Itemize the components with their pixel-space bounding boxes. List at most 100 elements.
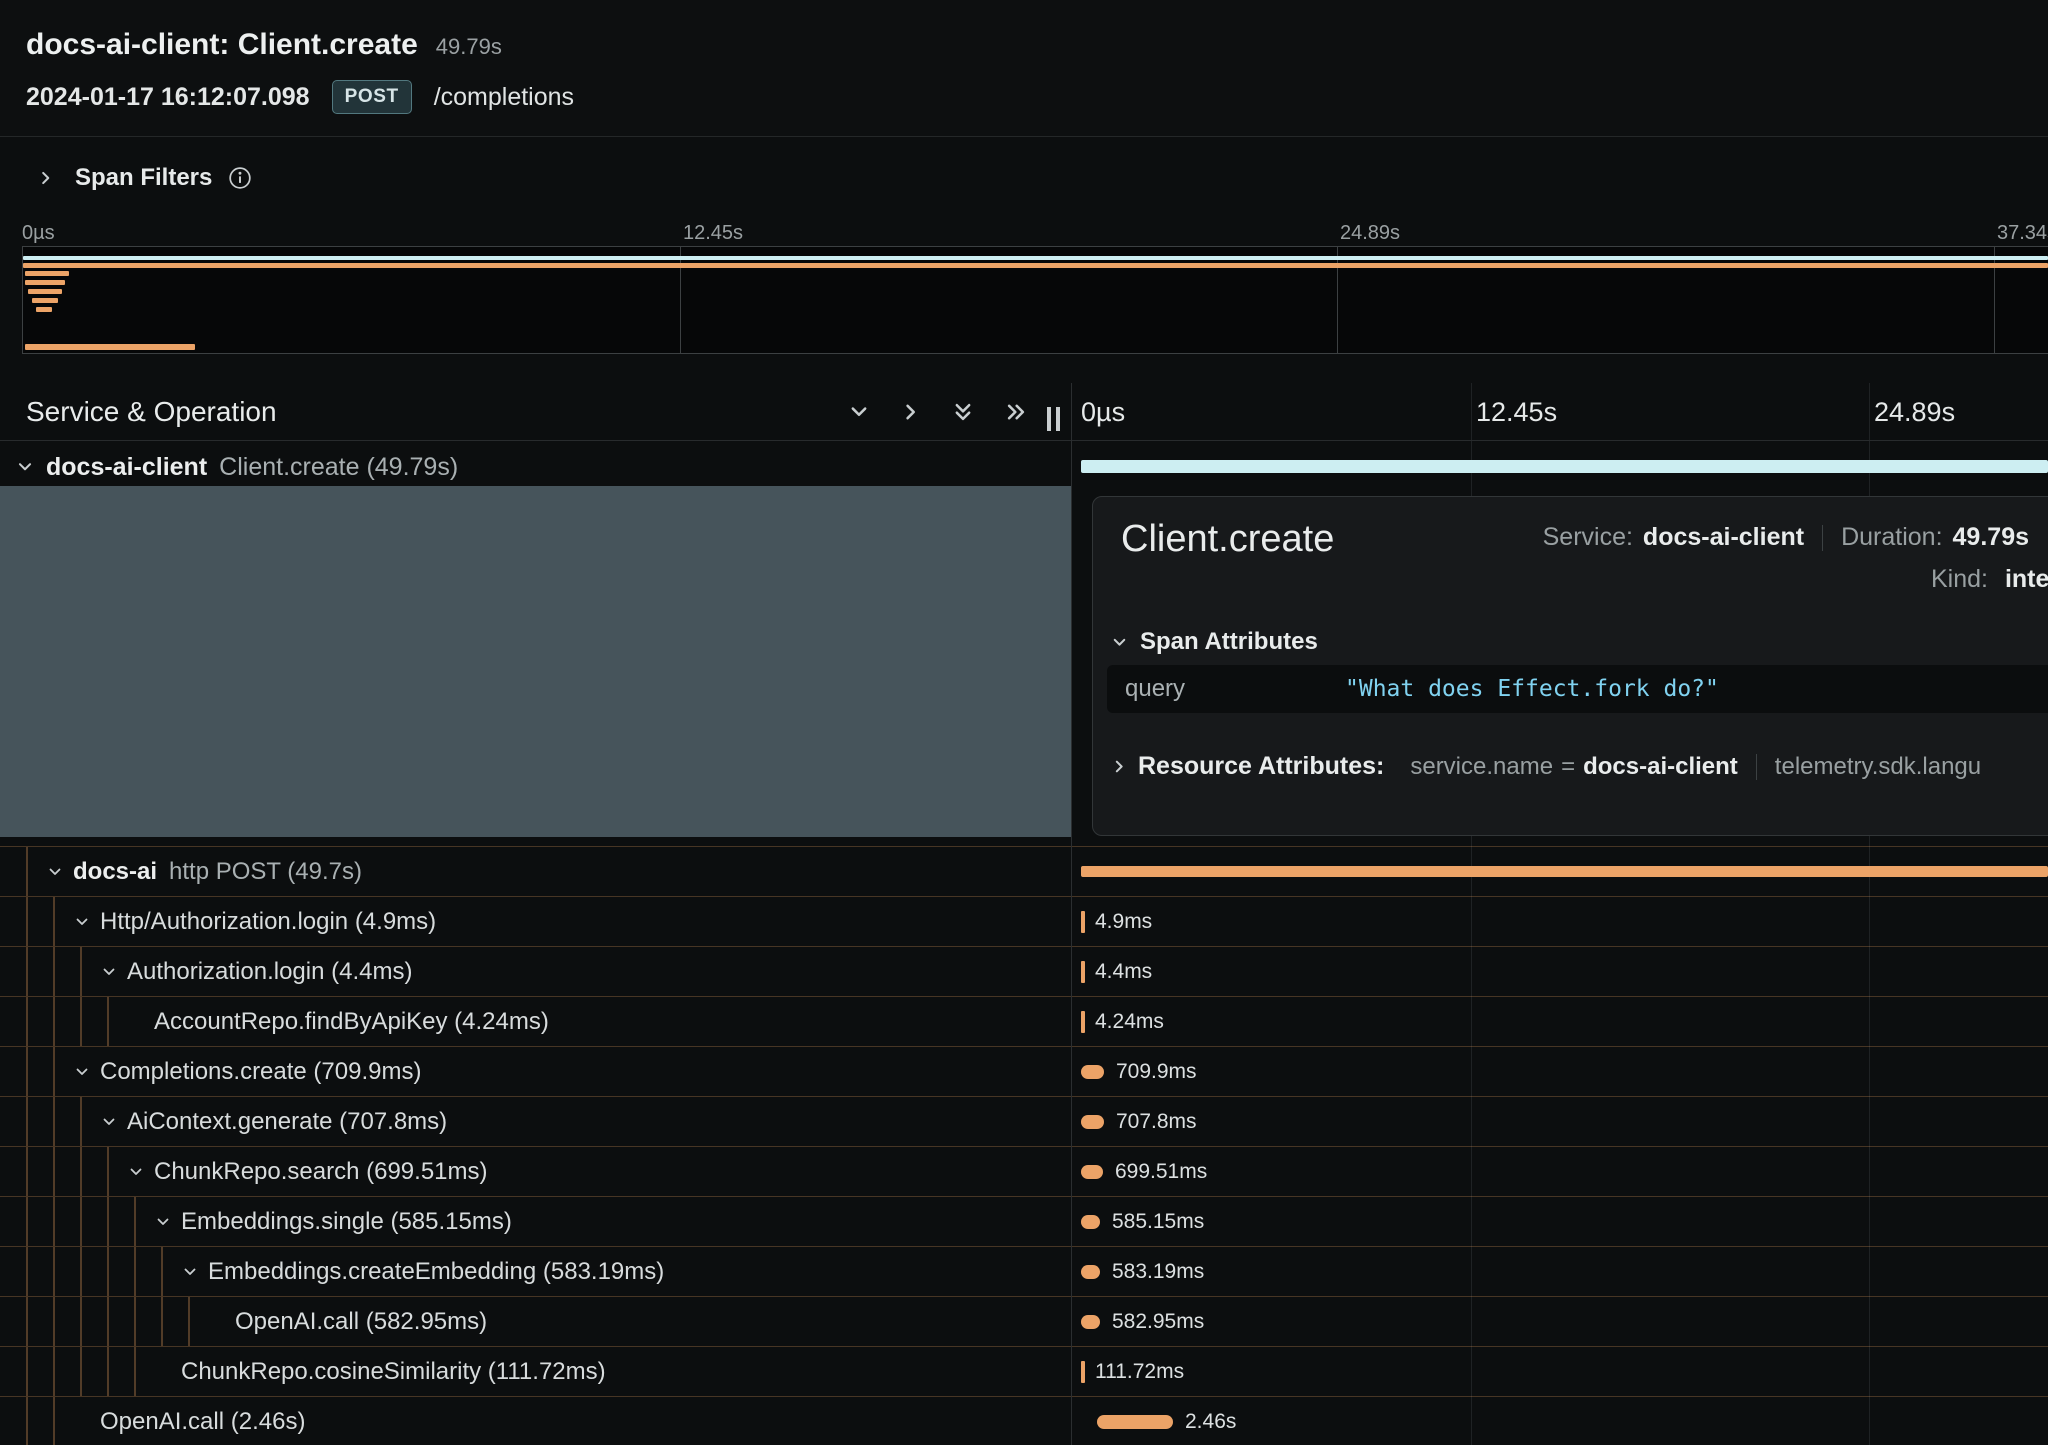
span-attributes-label: Span Attributes <box>1140 628 1318 656</box>
duration-bar[interactable] <box>1081 866 2048 877</box>
duration-label: 4.4ms <box>1095 960 1152 984</box>
collapse-one-icon[interactable] <box>846 399 872 425</box>
chevron-down-icon[interactable] <box>47 864 63 880</box>
span-label: Http/Authorization.login (4.9ms) <box>100 908 436 936</box>
indent-guide <box>107 1347 109 1396</box>
chevron-right-icon[interactable] <box>1111 758 1128 775</box>
span-row[interactable]: Http/Authorization.login (4.9ms)4.9ms <box>0 897 2048 947</box>
indent-guide <box>53 897 55 946</box>
indent-guide <box>107 1247 109 1296</box>
span-row[interactable]: Authorization.login (4.4ms) 4.4ms <box>0 947 2048 997</box>
span-row[interactable]: AiContext.generate (707.8ms)707.8ms <box>0 1097 2048 1147</box>
indent-guide <box>107 997 109 1046</box>
trace-subtitle-line: 2024-01-17 16:12:07.098 POST /completion… <box>26 80 574 114</box>
duration-bar[interactable] <box>1081 1215 1100 1229</box>
resource-attributes-row[interactable]: Resource Attributes: service.name = docs… <box>1111 752 1981 781</box>
indent-guide <box>26 1047 28 1096</box>
root-span-row[interactable]: docs-ai-client Client.create (49.79s) <box>0 448 2048 486</box>
indent-guide <box>53 1247 55 1296</box>
detail-kind: Kind: internal <box>1931 565 2048 594</box>
span-row[interactable]: OpenAI.call (2.46s)2.46s <box>0 1397 2048 1445</box>
minimap-span-bar <box>25 344 195 350</box>
duration-bar[interactable] <box>1081 1361 1085 1383</box>
indent-guide <box>188 1297 190 1346</box>
chevron-down-icon[interactable] <box>74 1064 90 1080</box>
root-operation-name: Client.create (49.79s) <box>219 453 458 482</box>
duration-bar[interactable] <box>1081 1315 1100 1329</box>
chevron-down-icon[interactable] <box>1111 634 1128 651</box>
minimap-tick: 24.89s <box>1340 222 1400 245</box>
duration-bar[interactable] <box>1081 1165 1103 1179</box>
duration-bar[interactable] <box>1081 1265 1100 1279</box>
indent-guide <box>107 1147 109 1196</box>
trace-duration: 49.79s <box>436 34 502 60</box>
minimap-span-bar <box>25 280 65 285</box>
span-row[interactable]: Completions.create (709.9ms)709.9ms <box>0 1047 2048 1097</box>
request-path: /completions <box>434 83 574 112</box>
duration-label: Duration: <box>1841 523 1942 552</box>
chevron-down-icon[interactable] <box>155 1214 171 1230</box>
span-row[interactable]: Embeddings.createEmbedding (583.19ms)583… <box>0 1247 2048 1297</box>
indent-guide <box>107 1297 109 1346</box>
duration-bar[interactable] <box>1097 1415 1173 1429</box>
chevron-down-icon[interactable] <box>16 458 34 476</box>
indent-guide <box>26 1197 28 1246</box>
timeline-label-1: 12.45s <box>1476 397 1557 428</box>
indent-guide <box>134 1347 136 1396</box>
indent-guide <box>80 947 82 996</box>
chevron-down-icon[interactable] <box>101 964 117 980</box>
duration-label: 4.24ms <box>1095 1010 1164 1034</box>
span-row[interactable]: Embeddings.single (585.15ms)585.15ms <box>0 1197 2048 1247</box>
duration-bar[interactable] <box>1081 961 1085 983</box>
indent-guide <box>134 1297 136 1346</box>
kind-value: internal <box>2005 565 2048 593</box>
duration-label: 111.72ms <box>1095 1360 1184 1384</box>
trace-timestamp: 2024-01-17 16:12:07.098 <box>26 83 310 112</box>
chevron-down-icon[interactable] <box>101 1114 117 1130</box>
chevron-down-icon[interactable] <box>182 1264 198 1280</box>
indent-guide <box>26 1097 28 1146</box>
chevron-right-icon[interactable] <box>37 169 55 187</box>
span-filters-section[interactable]: Span Filters <box>37 164 252 192</box>
span-row[interactable]: ChunkRepo.search (699.51ms)699.51ms <box>0 1147 2048 1197</box>
expand-one-icon[interactable] <box>898 399 924 425</box>
indent-guide <box>161 1247 163 1296</box>
chevron-down-icon[interactable] <box>128 1164 144 1180</box>
span-rows: docs-aihttp POST (49.7s) Http/Authorizati… <box>0 846 2048 1445</box>
indent-guide <box>53 1147 55 1196</box>
trace-minimap[interactable] <box>22 246 2048 354</box>
span-label: docs-aihttp POST (49.7s) <box>73 858 362 886</box>
indent-guide <box>134 1197 136 1246</box>
selection-overlay <box>0 486 1071 837</box>
indent-guide <box>53 1097 55 1146</box>
chevron-down-icon[interactable] <box>74 914 90 930</box>
duration-bar[interactable] <box>1081 1115 1104 1129</box>
duration-bar[interactable] <box>1081 911 1085 933</box>
duration-bar[interactable] <box>1081 1011 1085 1033</box>
indent-guide <box>53 947 55 996</box>
minimap-span-bar <box>23 256 2048 260</box>
indent-guide <box>53 1397 55 1445</box>
duration-label: 585.15ms <box>1112 1210 1204 1234</box>
span-label: Authorization.login (4.4ms) <box>127 958 412 986</box>
span-row[interactable]: ChunkRepo.cosineSimilarity (111.72ms) 111… <box>0 1347 2048 1397</box>
root-duration-bar[interactable] <box>1081 460 2048 473</box>
minimap-span-bar <box>23 263 2048 268</box>
indent-guide <box>53 1047 55 1096</box>
span-row[interactable]: AccountRepo.findByApiKey (4.24ms)4.24ms <box>0 997 2048 1047</box>
info-icon[interactable] <box>228 166 252 190</box>
span-row[interactable]: OpenAI.call (582.95ms)582.95ms <box>0 1297 2048 1347</box>
trace-title-line: docs-ai-client: Client.create 49.79s <box>26 28 502 62</box>
collapse-all-icon[interactable] <box>950 399 976 425</box>
resource-key: service.name <box>1410 753 1553 781</box>
span-attributes-header[interactable]: Span Attributes <box>1111 628 1318 656</box>
panel-divider[interactable] <box>1071 383 1072 1445</box>
panel-resize-handle[interactable] <box>1047 407 1060 431</box>
minimap-span-bar <box>28 289 62 294</box>
duration-bar[interactable] <box>1081 1065 1104 1079</box>
span-row[interactable]: docs-aihttp POST (49.7s) <box>0 847 2048 897</box>
expand-all-icon[interactable] <box>1003 399 1029 425</box>
root-service-name: docs-ai-client <box>46 453 207 482</box>
span-label: ChunkRepo.cosineSimilarity (111.72ms) <box>181 1358 606 1386</box>
indent-guide <box>53 1347 55 1396</box>
